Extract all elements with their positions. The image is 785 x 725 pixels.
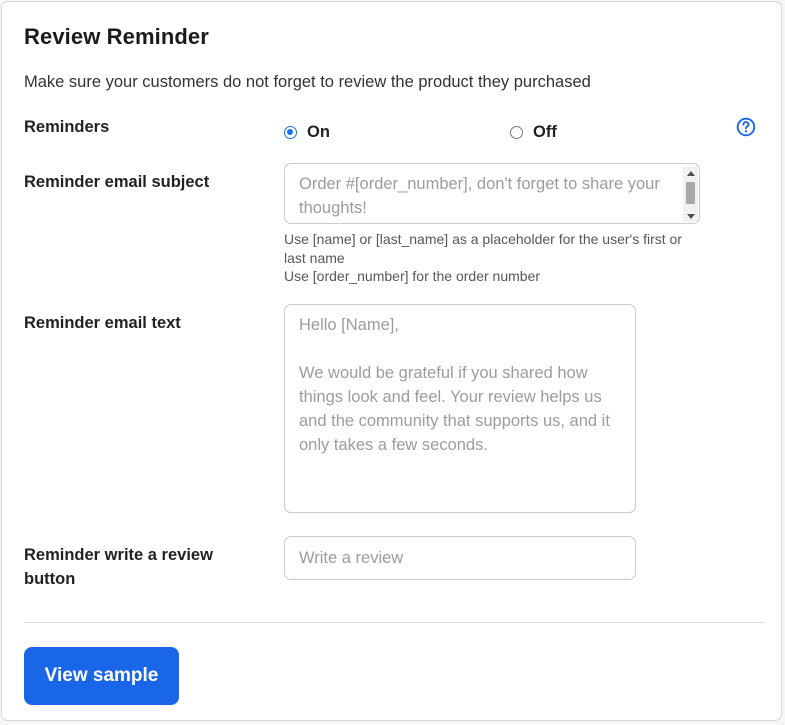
- scroll-down-arrow-icon[interactable]: [683, 210, 698, 222]
- radio-off-label: Off: [533, 123, 557, 141]
- view-sample-button[interactable]: View sample: [24, 647, 179, 705]
- subject-label: Reminder email subject: [24, 173, 210, 191]
- email-text-textarea[interactable]: Hello [Name], We would be grateful if yo…: [284, 304, 636, 513]
- email-text-placeholder-greeting: Hello [Name],: [299, 316, 399, 334]
- subject-textarea[interactable]: Order #[order_number], don't forget to s…: [284, 163, 700, 224]
- scroll-up-arrow-icon[interactable]: [683, 167, 698, 179]
- review-button-label: Reminder write a review button: [24, 546, 213, 588]
- email-text-label: Reminder email text: [24, 314, 181, 332]
- scroll-thumb[interactable]: [686, 182, 695, 204]
- subject-hint-line-1: Use [name] or [last_name] as a placehold…: [284, 231, 682, 266]
- reminders-label: Reminders: [24, 118, 110, 136]
- question-circle-icon[interactable]: [736, 117, 756, 137]
- review-button-placeholder: Write a review: [299, 549, 404, 567]
- subject-placeholder: Order #[order_number], don't forget to s…: [299, 175, 660, 217]
- radio-on-label: On: [307, 123, 330, 141]
- section-description: Make sure your customers do not forget t…: [24, 73, 591, 91]
- section-title: Review Reminder: [24, 24, 209, 49]
- review-reminder-card: Review Reminder Make sure your customers…: [1, 1, 782, 721]
- reminders-on-radio[interactable]: On: [284, 123, 330, 142]
- email-text-placeholder-body: We would be grateful if you shared how t…: [299, 364, 610, 454]
- radio-off-indicator[interactable]: [510, 126, 523, 139]
- reminders-off-radio[interactable]: Off: [510, 123, 557, 142]
- radio-on-indicator[interactable]: [284, 126, 297, 139]
- divider: [24, 622, 765, 623]
- subject-scrollbar[interactable]: [683, 167, 698, 222]
- subject-hint: Use [name] or [last_name] as a placehold…: [284, 230, 694, 286]
- subject-hint-line-2: Use [order_number] for the order number: [284, 268, 541, 284]
- review-button-input[interactable]: Write a review: [284, 536, 636, 580]
